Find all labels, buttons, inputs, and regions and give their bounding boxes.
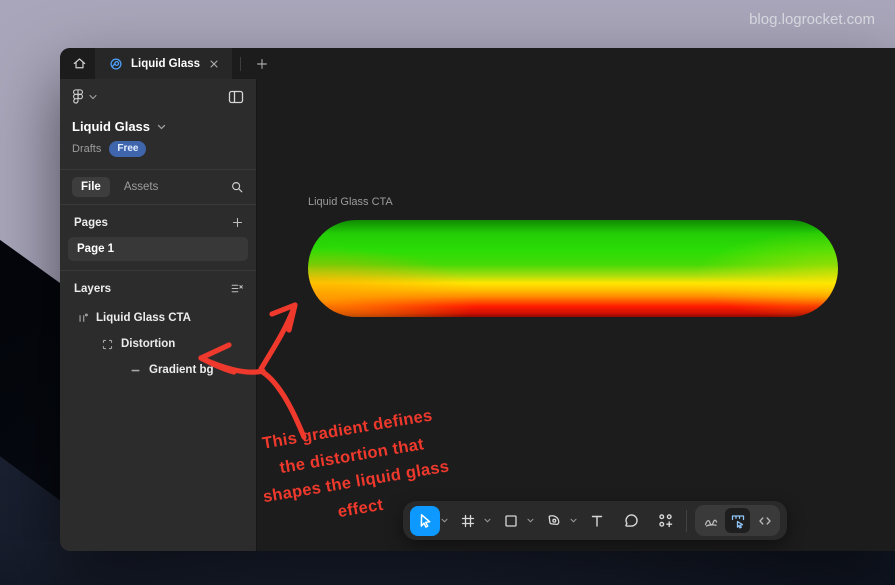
code-icon: [757, 513, 773, 529]
actions-dots-plus-icon: [657, 512, 674, 529]
shape-tool-button[interactable]: [496, 506, 526, 536]
chevron-down-icon[interactable]: [441, 518, 448, 523]
sidebar-tabs: File Assets: [60, 170, 256, 204]
layers-section: Layers Liquid Glass CTA: [60, 271, 256, 551]
plus-icon: [255, 57, 269, 71]
figma-menu-button[interactable]: [72, 89, 97, 105]
new-tab-button[interactable]: [249, 51, 275, 77]
move-tool-button[interactable]: [410, 506, 440, 536]
comment-bubble-icon: [623, 512, 640, 529]
chevron-down-icon[interactable]: [157, 124, 166, 130]
chevron-down-icon[interactable]: [527, 518, 534, 523]
page-item[interactable]: Page 1: [68, 237, 248, 261]
layer-label: Distortion: [121, 338, 175, 350]
sidebar-header: Liquid Glass Drafts Free: [60, 79, 256, 169]
left-sidebar: Liquid Glass Drafts Free File Assets: [60, 79, 257, 551]
measure-tool-button[interactable]: [725, 508, 750, 533]
chevron-down-icon[interactable]: [570, 518, 577, 523]
layer-distortion[interactable]: Distortion: [68, 331, 248, 357]
project-title[interactable]: Liquid Glass: [72, 119, 150, 134]
tab-divider: [240, 57, 241, 71]
file-thumbnail-icon: [109, 57, 123, 71]
desktop: blog.logrocket.com Liquid Glass: [0, 0, 895, 585]
plan-badge: Free: [109, 141, 146, 157]
search-icon: [230, 180, 244, 194]
site-watermark: blog.logrocket.com: [749, 11, 875, 28]
layer-gradient-bg[interactable]: Gradient bg: [68, 357, 248, 383]
tab-label: Liquid Glass: [131, 58, 200, 70]
ruler-cursor-icon: [730, 513, 746, 529]
pen-tool-button[interactable]: [539, 506, 569, 536]
layer-label: Gradient bg: [149, 364, 214, 376]
text-tool-button[interactable]: [582, 506, 612, 536]
group-icon: [101, 338, 114, 351]
dev-tool-group: [695, 505, 780, 536]
layer-liquid-glass-cta[interactable]: Liquid Glass CTA: [68, 305, 248, 331]
home-button[interactable]: [65, 52, 93, 76]
auto-layout-frame-icon: [76, 312, 89, 325]
figma-menu-icon: [72, 89, 84, 105]
layout-panel-icon: [228, 90, 244, 104]
tab-file[interactable]: File: [72, 177, 110, 197]
close-tab-icon[interactable]: [208, 58, 220, 70]
bottom-toolbar: [403, 501, 787, 540]
line-icon: [129, 364, 142, 377]
collapse-layers-icon: [230, 282, 244, 295]
layers-header: Layers: [74, 283, 111, 295]
chevron-down-icon: [89, 94, 97, 100]
pages-header: Pages: [74, 217, 108, 229]
panel-toggle-button[interactable]: [228, 90, 244, 104]
rectangle-icon: [503, 513, 519, 529]
canvas[interactable]: Liquid Glass CTA: [257, 79, 895, 551]
window-body: Liquid Glass Drafts Free File Assets: [60, 79, 895, 551]
search-button[interactable]: [230, 180, 244, 194]
tab-bar: Liquid Glass: [60, 48, 895, 79]
frame-label[interactable]: Liquid Glass CTA: [308, 196, 393, 208]
text-icon: [589, 513, 605, 529]
home-icon: [72, 56, 87, 71]
plus-icon: [231, 216, 244, 229]
figma-window: Liquid Glass: [60, 48, 895, 551]
frame-tool-button[interactable]: [453, 506, 483, 536]
add-page-button[interactable]: [231, 216, 244, 229]
move-cursor-icon: [417, 512, 434, 529]
project-location[interactable]: Drafts: [72, 143, 101, 155]
pages-section: Pages Page 1: [60, 205, 256, 270]
scribble-icon: [703, 513, 719, 529]
tab-assets[interactable]: Assets: [124, 181, 159, 193]
layer-label: Liquid Glass CTA: [96, 312, 191, 324]
page-label: Page 1: [77, 243, 114, 255]
toolbar-divider: [686, 510, 687, 532]
comment-tool-button[interactable]: [616, 506, 646, 536]
gradient-pill-layer[interactable]: [308, 220, 838, 317]
collapse-layers-button[interactable]: [230, 282, 244, 295]
chevron-down-icon[interactable]: [484, 518, 491, 523]
actions-tool-button[interactable]: [650, 506, 680, 536]
pen-nib-icon: [546, 513, 562, 529]
tab-liquid-glass[interactable]: Liquid Glass: [95, 48, 232, 79]
frame-hash-icon: [460, 513, 476, 529]
draw-tool-button[interactable]: [698, 508, 723, 533]
dev-mode-code-button[interactable]: [752, 508, 777, 533]
